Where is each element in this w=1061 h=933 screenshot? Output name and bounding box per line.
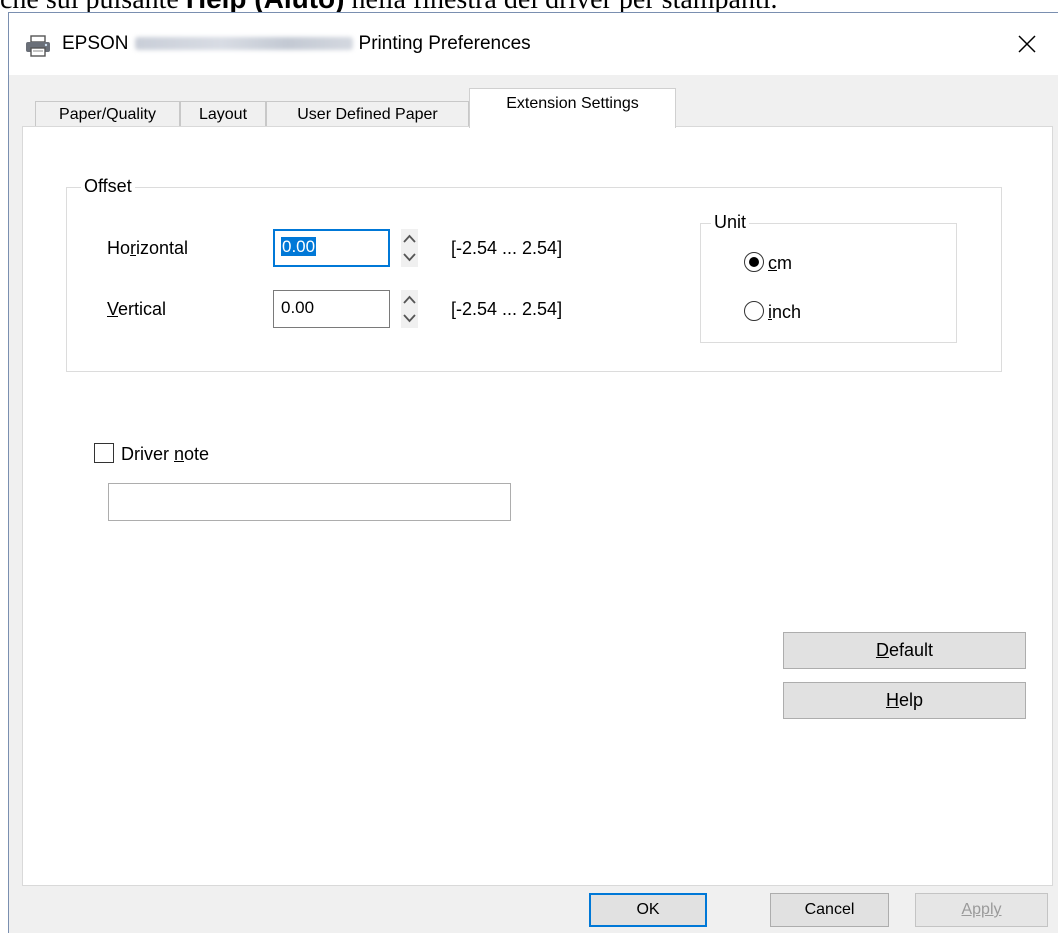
horizontal-label-post: izontal xyxy=(136,238,189,258)
cancel-button[interactable]: Cancel xyxy=(770,893,889,927)
spin-down-icon xyxy=(403,314,416,323)
close-icon xyxy=(1018,35,1036,53)
title-prefix: EPSON xyxy=(62,33,129,54)
horizontal-label-pre: Ho xyxy=(107,238,131,258)
unit-cm-label[interactable]: cm xyxy=(768,253,792,274)
unit-inch-rest: nch xyxy=(772,302,802,322)
horizontal-spinner[interactable] xyxy=(401,229,418,267)
driver-note-label[interactable]: Driver note xyxy=(121,444,209,465)
spin-up-icon xyxy=(403,234,416,243)
spin-up-icon xyxy=(403,295,416,304)
printing-preferences-dialog: EPSON Printing Preferences Paper/Quality … xyxy=(8,12,1058,933)
redacted-model-name xyxy=(134,37,353,51)
default-button-rest: efault xyxy=(888,640,934,660)
apply-button-label: Apply xyxy=(961,901,1002,918)
driver-note-checkbox[interactable] xyxy=(94,443,114,463)
unit-group-label: Unit xyxy=(711,212,750,233)
apply-button[interactable]: Apply xyxy=(915,893,1048,927)
unit-cm-mnemonic: c xyxy=(768,253,777,273)
tab-extension-settings[interactable]: Extension Settings xyxy=(469,88,676,128)
unit-cm-radio[interactable] xyxy=(744,252,764,272)
help-button[interactable]: Help xyxy=(783,682,1026,719)
vertical-spinner[interactable] xyxy=(401,290,418,328)
vertical-offset-value: 0.00 xyxy=(281,298,315,317)
spin-down-icon xyxy=(403,253,416,262)
extension-settings-panel: Offset Horizontal 0.00 [-2.54 ... 2.54] … xyxy=(22,126,1053,886)
radio-selected-dot xyxy=(748,256,759,267)
tab-paper-quality[interactable]: Paper/Quality xyxy=(35,101,180,127)
offset-group-label: Offset xyxy=(81,176,135,197)
help-button-rest: elp xyxy=(898,690,924,710)
help-button-mnemonic: H xyxy=(885,690,899,710)
vertical-label-post: ertical xyxy=(118,299,167,319)
driver-note-label-mnemonic: n xyxy=(174,444,185,464)
horizontal-range: [-2.54 ... 2.54] xyxy=(451,238,563,258)
horizontal-label: Horizontal xyxy=(107,238,188,259)
vertical-offset-input[interactable]: 0.00 xyxy=(273,290,390,328)
unit-cm-rest: m xyxy=(777,253,792,273)
title-bar: EPSON Printing Preferences xyxy=(9,13,1058,75)
vertical-range: [-2.54 ... 2.54] xyxy=(451,299,563,319)
tab-layout[interactable]: Layout xyxy=(180,101,266,127)
vertical-label-mnemonic: V xyxy=(107,299,119,319)
title-suffix: Printing Preferences xyxy=(358,33,531,54)
driver-note-input[interactable] xyxy=(108,483,511,521)
offset-group: Offset Horizontal 0.00 [-2.54 ... 2.54] … xyxy=(66,176,1002,372)
default-button[interactable]: Default xyxy=(783,632,1026,669)
default-button-mnemonic: D xyxy=(875,640,889,660)
driver-note-label-pre: Driver xyxy=(121,444,174,464)
close-button[interactable] xyxy=(996,13,1058,75)
window-title: EPSON Printing Preferences xyxy=(62,33,531,55)
horizontal-offset-input[interactable]: 0.00 xyxy=(273,229,390,267)
tab-strip: Paper/Quality Layout User Defined Paper … xyxy=(23,88,1053,128)
tab-user-defined-paper[interactable]: User Defined Paper xyxy=(266,101,469,127)
printer-icon xyxy=(26,35,50,57)
driver-note-label-post: ote xyxy=(184,444,210,464)
unit-group: Unit cm inch xyxy=(700,212,957,343)
horizontal-offset-value: 0.00 xyxy=(281,237,317,256)
unit-inch-radio[interactable] xyxy=(744,301,764,321)
vertical-label: Vertical xyxy=(107,299,166,320)
unit-inch-label[interactable]: inch xyxy=(768,302,801,323)
ok-button[interactable]: OK xyxy=(589,893,707,927)
